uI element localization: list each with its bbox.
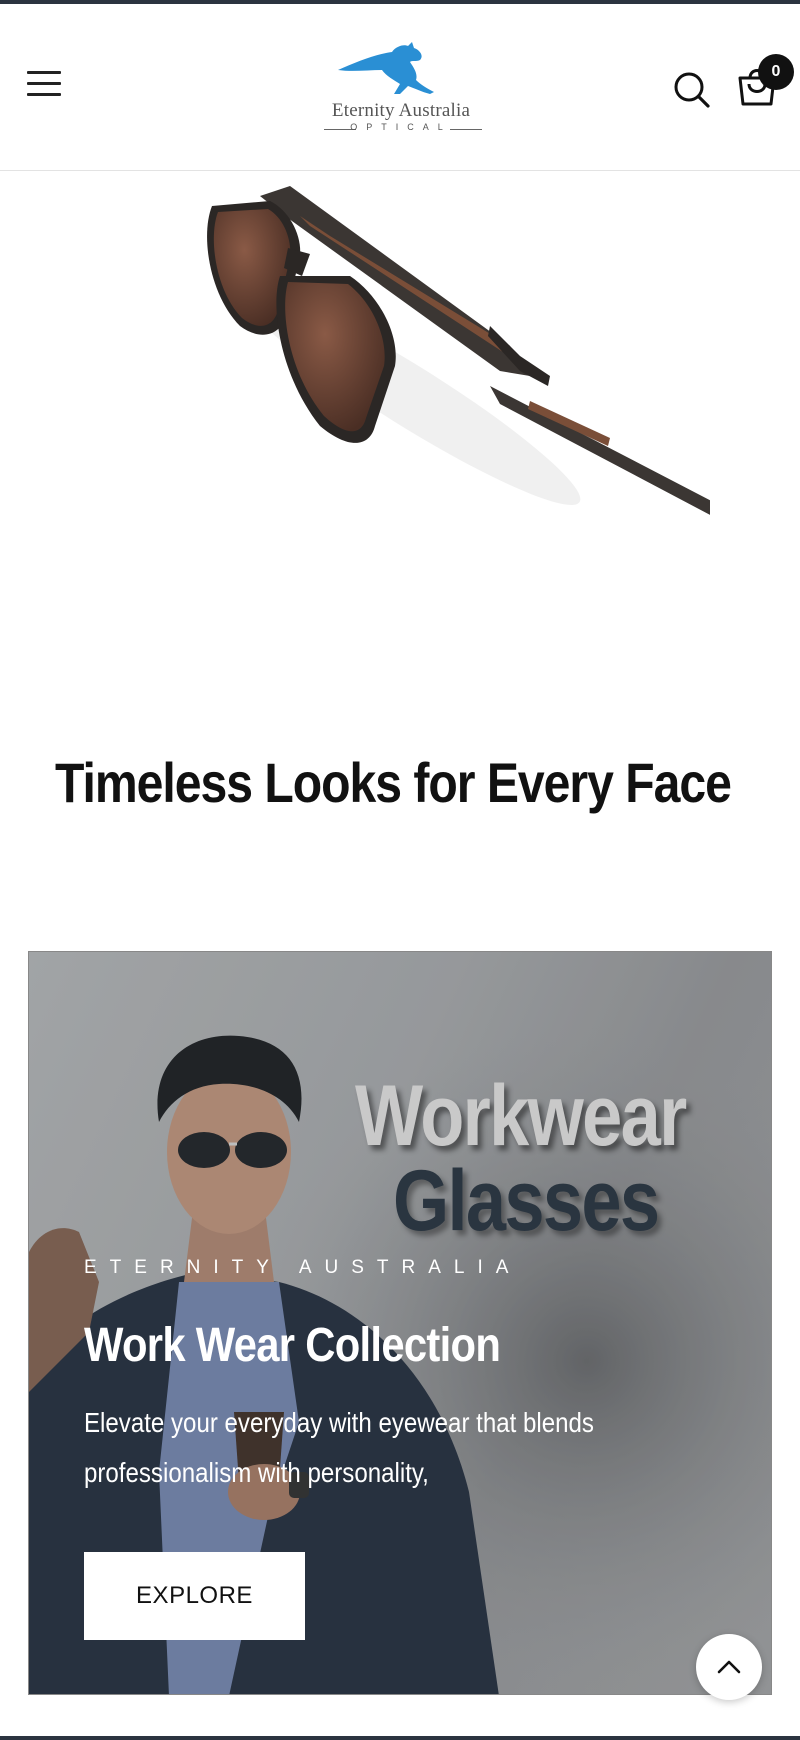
explore-button[interactable]: EXPLORE (84, 1552, 305, 1640)
logo-wordmark: Eternity Australia (331, 100, 471, 121)
hero-product-image[interactable] (190, 176, 710, 556)
workwear-collection-banner[interactable]: Workwear Glasses ETERNITY AUSTRALIA Work… (28, 951, 772, 1695)
banner-headline-glasses: Glasses (393, 1153, 660, 1249)
search-icon[interactable] (672, 70, 712, 110)
hamburger-menu-icon[interactable] (24, 71, 64, 105)
section-title: Timeless Looks for Every Face (55, 751, 732, 814)
scroll-to-top-button[interactable] (696, 1634, 762, 1700)
bottom-accent-strip (0, 1736, 800, 1740)
banner-eyebrow: ETERNITY AUSTRALIA (84, 1257, 522, 1278)
kangaroo-logo-icon (338, 42, 434, 94)
banner-title: Work Wear Collection (84, 1319, 501, 1372)
site-logo[interactable]: Eternity Australia OPTICAL (316, 40, 486, 140)
logo-tagline: OPTICAL (350, 122, 452, 132)
logo-divider-right (450, 129, 482, 130)
banner-description: Elevate your everyday with eyewear that … (84, 1407, 594, 1488)
chevron-up-icon (717, 1660, 741, 1674)
cart-count-badge: 0 (758, 54, 794, 90)
site-header: Eternity Australia OPTICAL 0 (0, 4, 800, 171)
